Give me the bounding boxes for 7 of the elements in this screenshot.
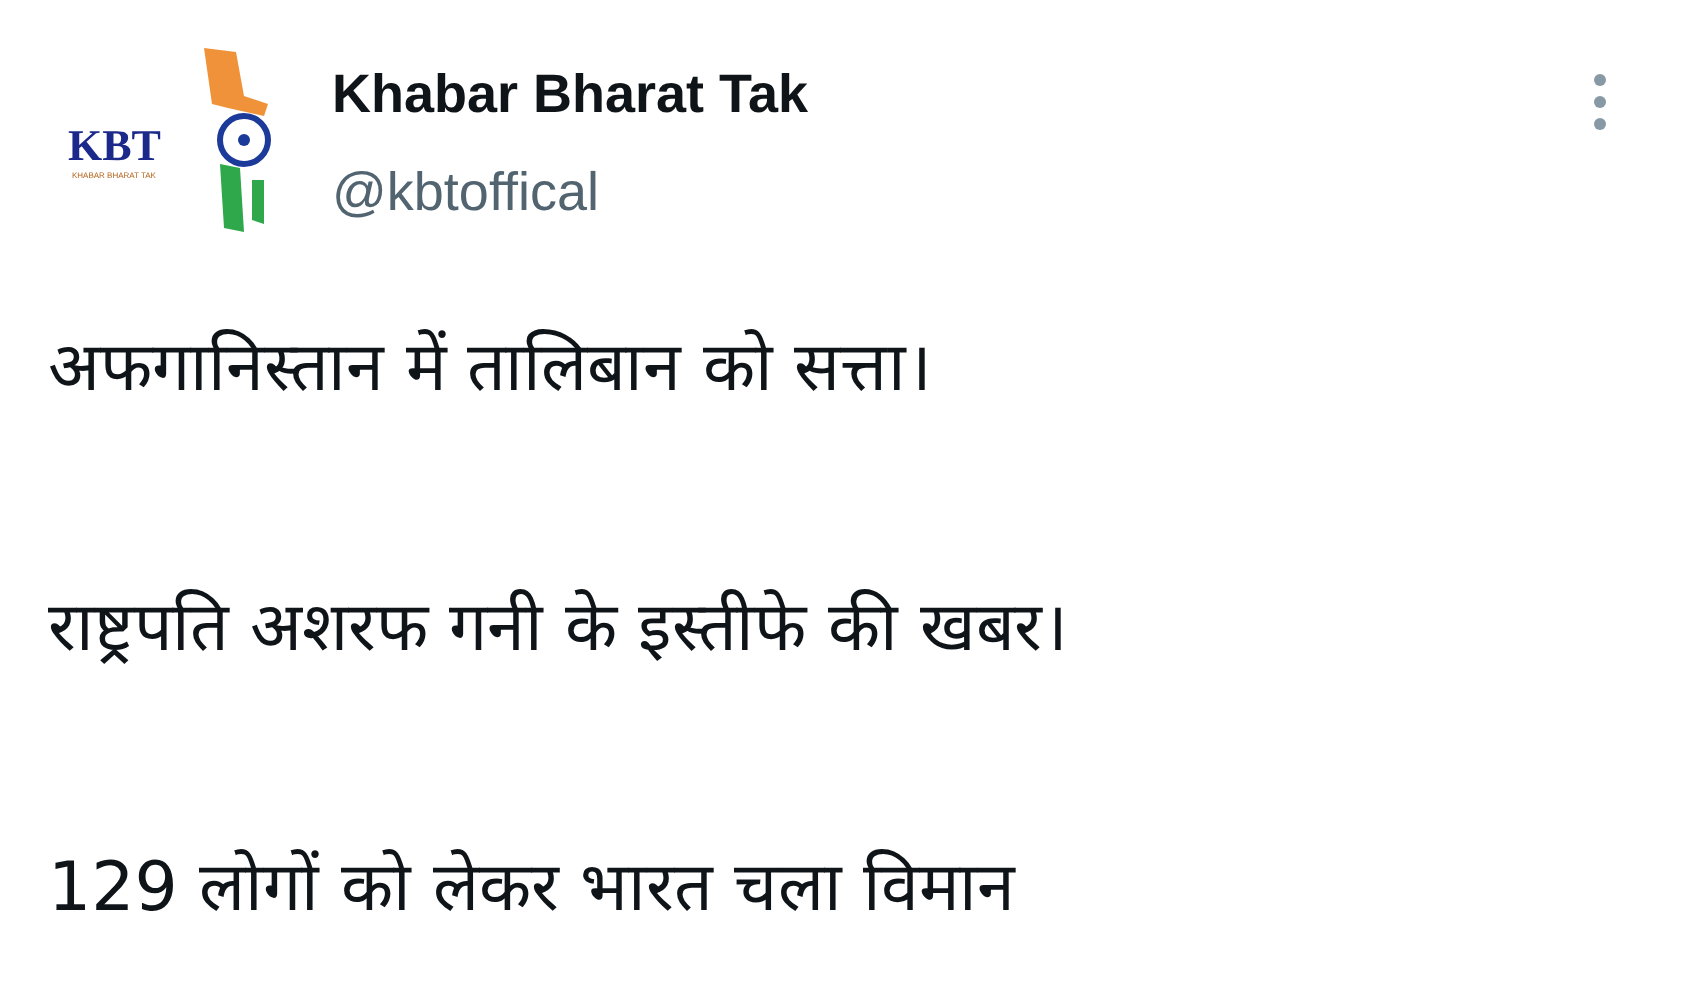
logo-text: KBT bbox=[68, 124, 161, 168]
tweet-text: राष्ट्रपति अशरफ गनी के इस्तीफे की खबर। bbox=[48, 586, 1070, 672]
author-handle[interactable]: @kbtoffical bbox=[332, 162, 1546, 224]
more-options-icon[interactable] bbox=[1590, 72, 1610, 132]
author-name[interactable]: Khabar Bharat Tak bbox=[332, 64, 1546, 126]
tweet-text: अफगानिस्तान में तालिबान को सत्ता। bbox=[48, 326, 935, 412]
tweet-text: 129 लोगों को लेकर भारत चला विमान bbox=[48, 846, 1018, 932]
